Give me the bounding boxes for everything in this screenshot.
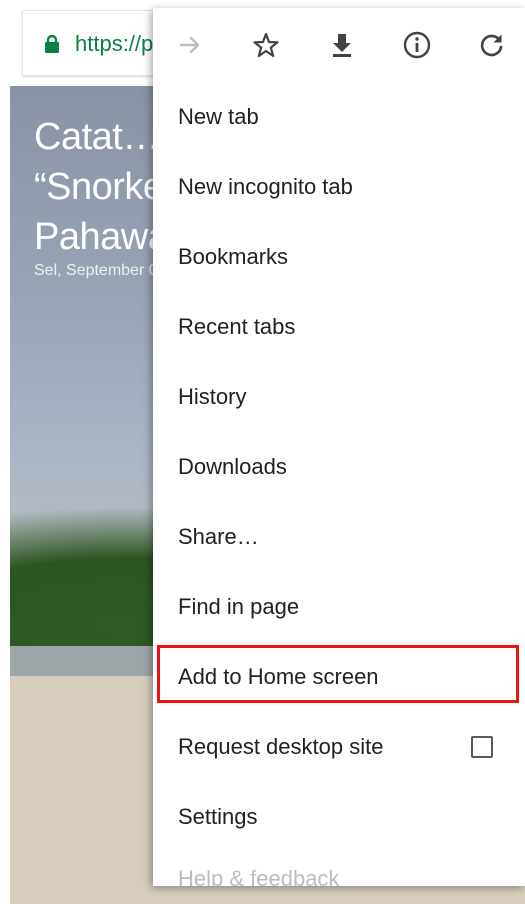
menu-item-bookmarks[interactable]: Bookmarks xyxy=(153,222,525,292)
menu-item-label: New tab xyxy=(178,104,259,129)
menu-item-help-feedback[interactable]: Help & feedback xyxy=(153,852,525,886)
url-text[interactable]: https://p xyxy=(75,31,153,57)
menu-toolbar xyxy=(153,8,525,82)
menu-item-label: History xyxy=(178,384,247,409)
download-icon[interactable] xyxy=(327,30,357,60)
menu-item-label: Bookmarks xyxy=(178,244,289,269)
menu-item-history[interactable]: History xyxy=(153,362,525,432)
lock-icon xyxy=(43,34,61,53)
forward-icon[interactable] xyxy=(175,30,205,60)
menu-item-label: Share… xyxy=(178,524,259,549)
overflow-menu: New tab New incognito tab Bookmarks Rece… xyxy=(153,8,525,886)
menu-item-new-incognito-tab[interactable]: New incognito tab xyxy=(153,152,525,222)
menu-item-downloads[interactable]: Downloads xyxy=(153,432,525,502)
menu-item-share[interactable]: Share… xyxy=(153,502,525,572)
menu-item-new-tab[interactable]: New tab xyxy=(153,82,525,152)
highlight-box xyxy=(157,645,519,703)
menu-item-label: Help & feedback xyxy=(178,866,340,886)
menu-item-label: Settings xyxy=(178,804,258,829)
menu-item-settings[interactable]: Settings xyxy=(153,782,525,852)
menu-item-label: Recent tabs xyxy=(178,314,296,339)
menu-item-label: Request desktop site xyxy=(178,734,384,759)
reload-icon[interactable] xyxy=(477,30,507,60)
menu-item-label: Downloads xyxy=(178,454,287,479)
info-icon[interactable] xyxy=(402,30,432,60)
menu-item-request-desktop-site[interactable]: Request desktop site xyxy=(153,712,525,782)
bookmark-star-icon[interactable] xyxy=(251,30,281,60)
menu-item-find-in-page[interactable]: Find in page xyxy=(153,572,525,642)
menu-item-recent-tabs[interactable]: Recent tabs xyxy=(153,292,525,362)
desktop-site-checkbox[interactable] xyxy=(471,736,493,758)
menu-item-label: Find in page xyxy=(178,594,300,619)
menu-item-label: New incognito tab xyxy=(178,174,353,199)
article-date: Sel, September 0 xyxy=(34,262,158,279)
